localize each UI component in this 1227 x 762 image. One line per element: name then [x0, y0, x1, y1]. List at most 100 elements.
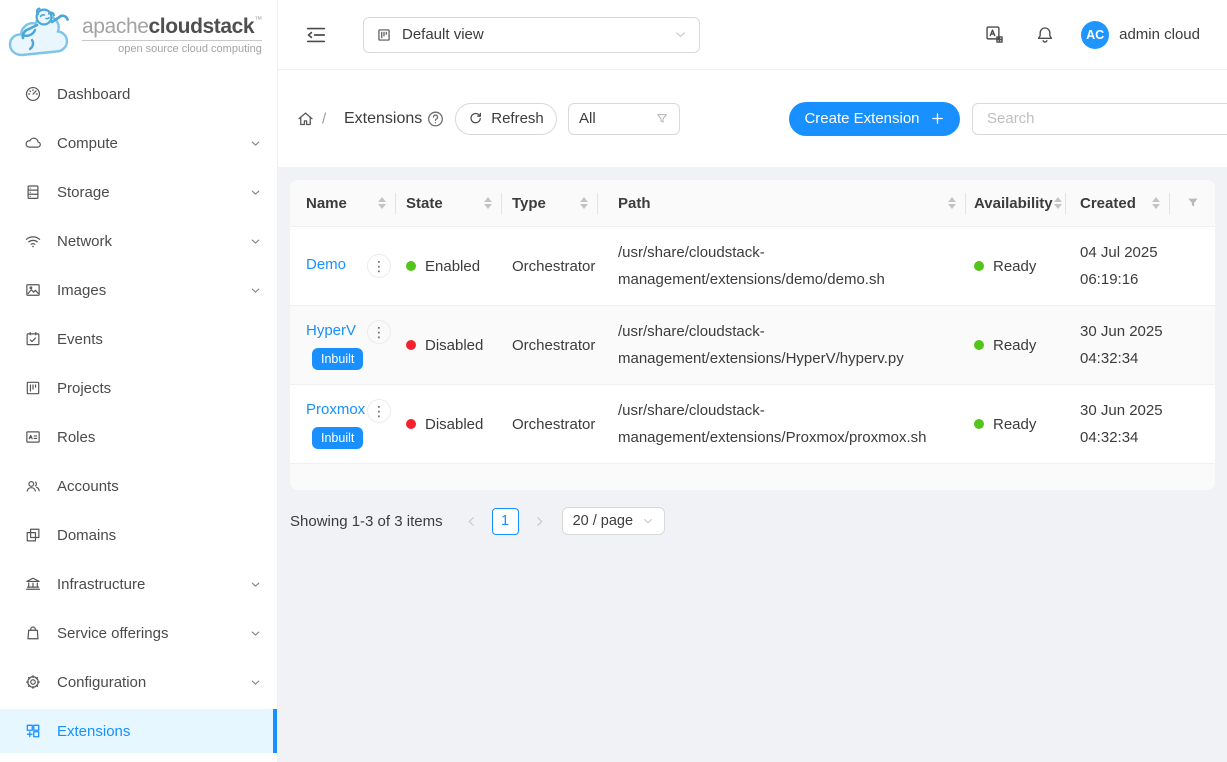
project-icon [24, 379, 42, 397]
view-select-value: Default view [402, 26, 484, 43]
sidebar-item-events[interactable]: Events [0, 317, 277, 361]
table-row: Demo ⋮ Enabled Orchestrator /usr/share/c… [290, 227, 1215, 306]
inbuilt-badge: Inbuilt [312, 348, 363, 371]
content-area: Name State Type Path Availability Create… [278, 167, 1227, 762]
search-box [972, 103, 1227, 135]
sidebar-item-storage[interactable]: Storage [0, 170, 277, 214]
state-cell: Disabled [396, 416, 502, 433]
bell-icon[interactable] [1035, 24, 1055, 45]
calendar-check-icon [24, 330, 42, 348]
sidebar-item-extensions[interactable]: Extensions [0, 709, 277, 753]
translation-icon[interactable] [984, 24, 1005, 45]
help-circle-icon[interactable] [426, 109, 445, 128]
create-extension-button[interactable]: Create Extension [789, 102, 960, 136]
type-cell: Orchestrator [502, 258, 598, 275]
sorter-icon [378, 197, 386, 209]
sidebar-item-label: Domains [57, 527, 116, 544]
prev-page-icon[interactable] [465, 515, 478, 528]
status-dot-disabled [406, 340, 416, 350]
sidebar-item-dashboard[interactable]: Dashboard [0, 72, 277, 116]
sorter-icon [580, 197, 588, 209]
table-footer [290, 464, 1215, 490]
sidebar-item-label: Roles [57, 429, 95, 446]
sidebar-item-compute[interactable]: Compute [0, 121, 277, 165]
sorter-icon [1152, 197, 1160, 209]
column-header-type[interactable]: Type [502, 180, 598, 226]
cloudstack-logo[interactable]: apachecloudstack™ open source cloud comp… [0, 0, 277, 70]
extension-link[interactable]: Demo [306, 254, 346, 276]
created-cell: 30 Jun 2025 04:32:34 [1066, 397, 1170, 451]
column-header-name[interactable]: Name [290, 180, 396, 226]
sidebar-item-label: Configuration [57, 674, 146, 691]
extension-link[interactable]: Proxmox [306, 399, 365, 421]
project-view-icon [376, 27, 392, 43]
page-size-select[interactable]: 20 / page [562, 507, 665, 535]
page-title: Extensions [344, 110, 422, 128]
type-cell: Orchestrator [502, 416, 598, 433]
state-cell: Enabled [396, 258, 502, 275]
chevron-down-icon [250, 187, 261, 198]
path-cell: /usr/share/cloudstack-management/extensi… [598, 318, 966, 372]
extension-link[interactable]: HyperV [306, 320, 356, 342]
filter-select-value: All [579, 110, 596, 127]
user-menu[interactable]: AC admin cloud [1081, 21, 1200, 49]
column-header-created[interactable]: Created [1066, 180, 1170, 226]
page-size-value: 20 / page [573, 513, 633, 529]
column-header-path[interactable]: Path [598, 180, 966, 226]
more-actions-icon[interactable]: ⋮ [367, 254, 391, 278]
home-icon[interactable] [296, 109, 315, 128]
sidebar-item-label: Network [57, 233, 112, 250]
next-page-icon[interactable] [533, 515, 546, 528]
sidebar-item-accounts[interactable]: Accounts [0, 464, 277, 508]
sidebar-item-configuration[interactable]: Configuration [0, 660, 277, 704]
status-dot-ready [974, 340, 984, 350]
availability-cell: Ready [966, 337, 1066, 354]
availability-cell: Ready [966, 258, 1066, 275]
table-row: Proxmox Inbuilt ⋮ Disabled Orchestrator … [290, 385, 1215, 464]
more-actions-icon[interactable]: ⋮ [367, 399, 391, 423]
view-select[interactable]: Default view [363, 17, 700, 53]
sidebar-menu: Dashboard Compute Storage Network Images… [0, 70, 277, 753]
created-cell: 04 Jul 2025 06:19:16 [1066, 239, 1170, 293]
extensions-table-card: Name State Type Path Availability Create… [290, 180, 1215, 490]
sorter-icon [948, 197, 956, 209]
filter-select[interactable]: All [568, 103, 680, 135]
shopping-bag-icon [24, 624, 42, 642]
column-header-state[interactable]: State [396, 180, 502, 226]
sidebar-item-domains[interactable]: Domains [0, 513, 277, 557]
column-filter-button[interactable] [1170, 180, 1215, 226]
sidebar-item-network[interactable]: Network [0, 219, 277, 263]
sidebar-item-roles[interactable]: Roles [0, 415, 277, 459]
chevron-down-icon [250, 285, 261, 296]
team-icon [24, 477, 42, 495]
column-header-availability[interactable]: Availability [966, 180, 1066, 226]
filter-funnel-icon [1186, 196, 1200, 210]
chevron-down-icon [250, 677, 261, 688]
sidebar-item-images[interactable]: Images [0, 268, 277, 312]
refresh-label: Refresh [491, 110, 544, 127]
created-cell: 30 Jun 2025 04:32:34 [1066, 318, 1170, 372]
name-cell: Demo [306, 254, 346, 276]
header-right: AC admin cloud [984, 21, 1200, 49]
chevron-down-icon [250, 138, 261, 149]
sidebar-item-label: Images [57, 282, 106, 299]
inbuilt-badge: Inbuilt [312, 427, 363, 450]
more-actions-icon[interactable]: ⋮ [367, 320, 391, 344]
menu-fold-icon[interactable] [305, 24, 327, 46]
block-icon [24, 526, 42, 544]
appstore-add-icon [24, 722, 42, 740]
top-header: Default view AC admin cloud [278, 0, 1227, 70]
create-extension-label: Create Extension [804, 110, 919, 127]
pagination: Showing 1-3 of 3 items 1 20 / page [290, 507, 665, 535]
sidebar-item-label: Storage [57, 184, 110, 201]
name-cell: HyperV Inbuilt [306, 320, 363, 371]
type-cell: Orchestrator [502, 337, 598, 354]
page-number-button[interactable]: 1 [492, 508, 519, 535]
sidebar-item-service-offerings[interactable]: Service offerings [0, 611, 277, 655]
sidebar-item-infrastructure[interactable]: Infrastructure [0, 562, 277, 606]
sidebar-item-label: Extensions [57, 723, 130, 740]
refresh-button[interactable]: Refresh [455, 103, 557, 135]
sidebar-item-projects[interactable]: Projects [0, 366, 277, 410]
search-input[interactable] [985, 109, 1227, 128]
name-cell: Proxmox Inbuilt [306, 399, 365, 450]
